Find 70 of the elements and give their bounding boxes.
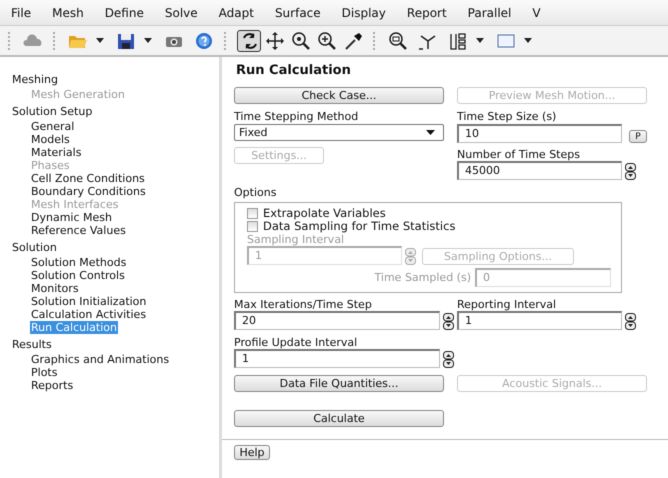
tree-item[interactable]: Models xyxy=(30,133,71,146)
menu-item[interactable]: Adapt xyxy=(208,6,264,20)
tree-item[interactable]: Reference Values xyxy=(30,224,127,237)
reporting-interval-field[interactable]: 1 xyxy=(457,311,622,330)
tree-item[interactable]: General xyxy=(30,120,76,133)
time-step-size-field[interactable]: 10 xyxy=(457,124,622,143)
tree-item[interactable]: Monitors xyxy=(30,282,80,295)
tree-item[interactable]: Materials xyxy=(30,146,82,159)
field-label: Options xyxy=(234,186,278,199)
menu-item[interactable]: Parallel xyxy=(456,6,522,20)
field-label: Time Sampled (s) xyxy=(374,271,471,284)
zoom-icon[interactable] xyxy=(291,30,311,50)
tree-item[interactable]: Calculation Activities xyxy=(30,308,148,321)
field-label: Sampling Interval xyxy=(247,233,346,246)
parameter-button[interactable]: P xyxy=(629,130,647,143)
tree-category[interactable]: Solution xyxy=(12,241,219,254)
spinner-control[interactable] xyxy=(625,313,636,330)
help-button[interactable]: Help xyxy=(234,445,270,460)
caret-icon xyxy=(426,130,435,135)
panel-title: Run Calculation xyxy=(236,63,352,79)
menu-item[interactable]: Surface xyxy=(264,6,331,20)
tree-item[interactable]: Reports xyxy=(30,379,74,392)
tree-category[interactable]: Solution Setup xyxy=(12,105,219,118)
dropper-icon[interactable] xyxy=(343,30,363,50)
field-label: Profile Update Interval xyxy=(234,336,358,349)
field-label: Time Stepping Method xyxy=(234,110,360,123)
spinner-control[interactable] xyxy=(443,351,454,368)
tree-item[interactable]: Plots xyxy=(30,366,58,379)
tree-category[interactable]: Results xyxy=(12,338,219,351)
menu-item[interactable]: Display xyxy=(330,6,396,20)
tree-item[interactable]: Dynamic Mesh xyxy=(30,211,113,224)
checkbox[interactable] xyxy=(247,208,258,219)
data-file-quantities-button[interactable]: Data File Quantities... xyxy=(234,375,444,392)
layout-icon[interactable] xyxy=(448,30,468,50)
help-icon[interactable] xyxy=(194,30,214,50)
caret-icon[interactable] xyxy=(524,38,532,43)
max-iterations-field[interactable]: 20 xyxy=(234,311,440,330)
calculate-button[interactable]: Calculate xyxy=(234,410,444,427)
caret-icon[interactable] xyxy=(96,38,104,43)
menu-item[interactable]: Define xyxy=(94,6,154,20)
caret-icon[interactable] xyxy=(476,38,484,43)
menu-item[interactable]: Solve xyxy=(154,6,208,20)
menu-item[interactable]: Mesh xyxy=(41,6,94,20)
checkbox-label: Extrapolate Variables xyxy=(263,207,386,220)
caret-icon[interactable] xyxy=(144,38,152,43)
field-label: Max Iterations/Time Step xyxy=(234,298,373,311)
tree-item[interactable]: Solution Controls xyxy=(30,269,126,282)
tree-item[interactable]: Solution Methods xyxy=(30,256,128,269)
field-label: Reporting Interval xyxy=(457,298,558,311)
field-label: Number of Time Steps xyxy=(457,148,581,161)
tree-item[interactable]: Solution Initialization xyxy=(30,295,148,308)
zoom-box-icon[interactable] xyxy=(388,30,408,50)
spinner-control[interactable] xyxy=(625,163,636,180)
menu-item[interactable]: Report xyxy=(396,6,457,20)
tree-category[interactable]: Meshing xyxy=(12,73,219,86)
tree-item[interactable]: Graphics and Animations xyxy=(30,353,170,366)
checkbox[interactable] xyxy=(247,221,258,232)
zoom-in-icon[interactable] xyxy=(317,30,337,50)
number-of-time-steps-field[interactable]: 45000 xyxy=(457,161,622,180)
tree-item[interactable]: Boundary Conditions xyxy=(30,185,147,198)
check-case-button[interactable]: Check Case... xyxy=(234,87,444,104)
profile-update-interval-field[interactable]: 1 xyxy=(234,349,440,368)
spinner-control[interactable] xyxy=(443,313,454,330)
field-label: Time Step Size (s) xyxy=(457,110,558,123)
menu-item[interactable]: File xyxy=(0,6,42,20)
dropdown[interactable]: Fixed xyxy=(234,124,444,141)
tree-item[interactable]: Cell Zone Conditions xyxy=(30,172,146,185)
checkbox-label: Data Sampling for Time Statistics xyxy=(263,220,456,233)
move-arrows-icon[interactable] xyxy=(265,30,285,50)
menu-item[interactable]: V xyxy=(521,6,551,20)
